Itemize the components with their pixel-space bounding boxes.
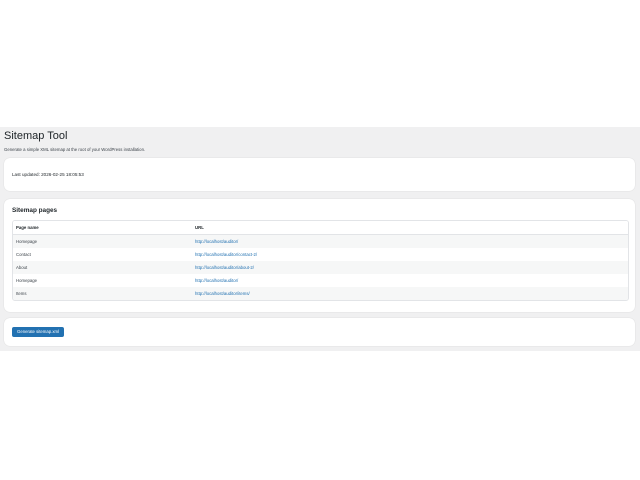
url-cell: http://localhost/auditor/about-2/ [192, 261, 628, 274]
last-updated-line: Last updated: 2026-02-25 18:05:53 [12, 172, 84, 178]
page-description: Generate a simple XML sitemap at the roo… [4, 147, 146, 152]
column-header-page-name: Page name [13, 221, 192, 235]
page-title: Sitemap Tool [4, 130, 68, 142]
last-updated-value: 2026-02-25 18:05:53 [41, 172, 84, 177]
page-name-cell: Items [13, 287, 192, 300]
page-url-link[interactable]: http://localhost/auditor/about-2/ [195, 265, 254, 270]
table-row: Items http://localhost/auditor/items/ [13, 287, 628, 300]
admin-content-area: Sitemap Tool Generate a simple XML sitem… [0, 127, 640, 351]
sitemap-pages-table-wrapper: Page name URL Homepage http://localhost/… [12, 220, 629, 301]
table-header-row: Page name URL [13, 221, 628, 235]
table-row: Contact http://localhost/auditor/contact… [13, 248, 628, 261]
page-url-link[interactable]: http://localhost/auditor/ [195, 278, 238, 283]
page-name-cell: Homepage [13, 234, 192, 248]
page-name-cell: Homepage [13, 274, 192, 287]
sitemap-pages-card: Sitemap pages Page name URL Homepage htt [4, 199, 635, 312]
sitemap-pages-table: Page name URL Homepage http://localhost/… [13, 221, 628, 300]
page-url-link[interactable]: http://localhost/auditor/ [195, 239, 238, 244]
page-name-cell: About [13, 261, 192, 274]
url-cell: http://localhost/auditor/contact-2/ [192, 248, 628, 261]
url-cell: http://localhost/auditor/ [192, 234, 628, 248]
page-url-link[interactable]: http://localhost/auditor/contact-2/ [195, 252, 257, 257]
generate-sitemap-button[interactable]: Generate sitemap.xml [12, 327, 65, 337]
column-header-url: URL [192, 221, 628, 235]
table-row: Homepage http://localhost/auditor/ [13, 234, 628, 248]
last-updated-label: Last updated: [12, 172, 40, 177]
page-name-cell: Contact [13, 248, 192, 261]
table-row: About http://localhost/auditor/about-2/ [13, 261, 628, 274]
actions-card: Generate sitemap.xml [4, 318, 635, 346]
section-title: Sitemap pages [12, 207, 58, 214]
table-row: Homepage http://localhost/auditor/ [13, 274, 628, 287]
page-url-link[interactable]: http://localhost/auditor/items/ [195, 291, 250, 296]
url-cell: http://localhost/auditor/ [192, 274, 628, 287]
url-cell: http://localhost/auditor/items/ [192, 287, 628, 300]
status-card: Last updated: 2026-02-25 18:05:53 [4, 158, 635, 191]
